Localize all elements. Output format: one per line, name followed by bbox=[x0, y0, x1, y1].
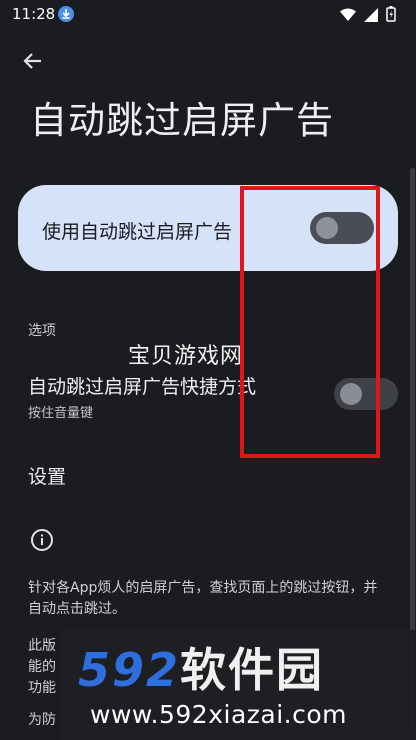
arrow-left-icon bbox=[23, 53, 41, 69]
logo-brand: 592软件园 bbox=[78, 634, 324, 700]
back-button[interactable] bbox=[20, 48, 46, 74]
info-icon bbox=[30, 528, 54, 552]
signal-icon bbox=[364, 7, 378, 26]
logo-url: www.592xiazai.com bbox=[90, 700, 347, 729]
status-bar: 11:28 bbox=[0, 0, 416, 30]
shortcut-setting-subtitle: 按住音量键 bbox=[28, 406, 94, 421]
logo-watermark: 592软件园 www.592xiazai.com bbox=[62, 630, 416, 740]
shortcut-setting-title[interactable]: 自动跳过启屏广告快捷方式 bbox=[28, 372, 256, 399]
wifi-icon bbox=[340, 7, 356, 26]
page-title: 自动跳过启屏广告 bbox=[30, 99, 334, 142]
battery-icon bbox=[386, 6, 396, 26]
highlight-box bbox=[240, 186, 380, 458]
description-text: 针对各App烦人的启屏广告，查找页面上的跳过按钮，并自动点击跳过。 bbox=[28, 580, 378, 617]
main-toggle-label: 使用自动跳过启屏广告 bbox=[42, 221, 233, 243]
settings-item[interactable]: 设置 bbox=[28, 462, 66, 489]
logo-number: 592 bbox=[78, 643, 181, 697]
watermark-text: 宝贝游戏网 bbox=[128, 344, 244, 369]
status-time: 11:28 bbox=[12, 5, 56, 23]
logo-brand-text: 软件园 bbox=[180, 643, 325, 697]
download-icon bbox=[58, 6, 74, 22]
section-title-options: 选项 bbox=[28, 323, 56, 339]
